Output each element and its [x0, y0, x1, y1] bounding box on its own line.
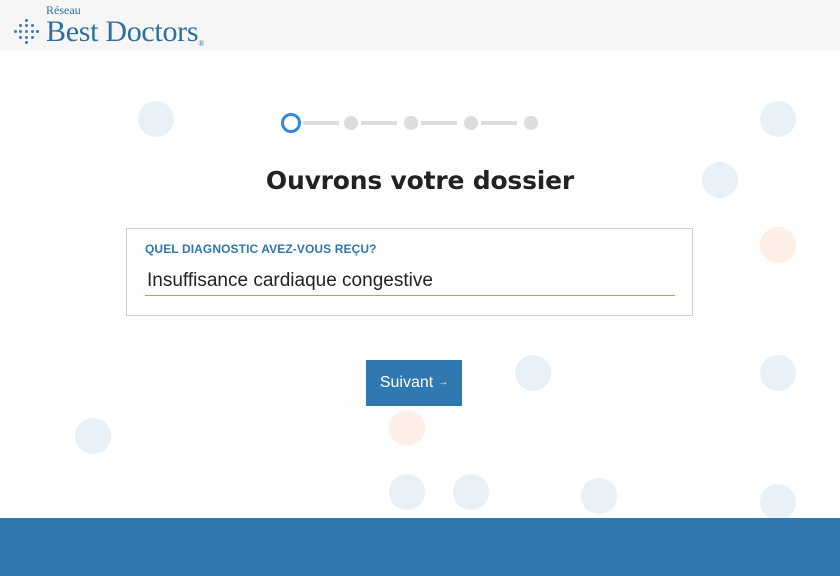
logo-cross-icon — [14, 19, 40, 45]
logo-registered-mark: ® — [198, 39, 204, 48]
footer — [0, 518, 840, 576]
step-3-indicator — [404, 116, 418, 130]
page-title: Ouvrons votre dossier — [265, 166, 575, 195]
decorative-dot — [760, 101, 796, 137]
header: Réseau Best Doctors® — [0, 0, 840, 50]
step-2-indicator — [344, 116, 358, 130]
decorative-dot — [581, 478, 617, 514]
decorative-dot — [760, 484, 796, 520]
decorative-dot — [453, 474, 489, 510]
best-doctors-logo[interactable]: Réseau Best Doctors® — [12, 2, 232, 48]
decorative-dot — [760, 355, 796, 391]
step-4-indicator — [464, 116, 478, 130]
diagnosis-field-label: QUEL DIAGNOSTIC AVEZ-VOUS REÇU? — [145, 242, 377, 256]
decorative-dot — [760, 227, 796, 263]
arrow-right-icon: → — [438, 377, 449, 388]
step-connector — [303, 121, 339, 125]
next-button-label: Suivant — [379, 374, 434, 391]
diagnosis-question-card: QUEL DIAGNOSTIC AVEZ-VOUS REÇU? — [126, 228, 693, 316]
logo-name: Best Doctors® — [46, 15, 204, 49]
decorative-dot — [389, 410, 425, 446]
step-connector — [481, 121, 517, 125]
decorative-dot — [75, 418, 111, 454]
step-connector — [361, 121, 397, 125]
decorative-dot — [389, 474, 425, 510]
decorative-dot — [515, 355, 551, 391]
step-5-indicator — [524, 116, 538, 130]
decorative-dot — [138, 101, 174, 137]
step-connector — [421, 121, 457, 125]
progress-stepper — [281, 112, 543, 134]
next-button[interactable]: Suivant → — [366, 360, 462, 406]
diagnosis-input[interactable] — [145, 266, 675, 296]
logo-name-text: Best Doctors — [46, 15, 199, 48]
step-1-indicator — [281, 113, 301, 133]
